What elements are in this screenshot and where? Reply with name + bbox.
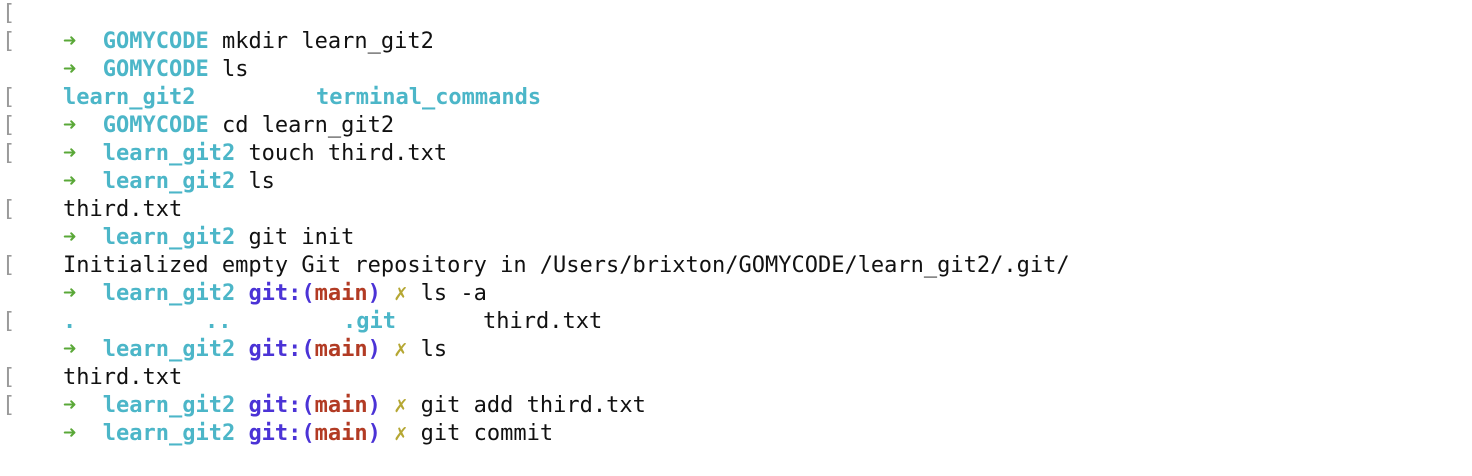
prompt-line: [➜ GOMYCODE mkdir learn_git2 bbox=[2, 0, 1472, 54]
line-marker: [ bbox=[2, 85, 16, 110]
line-marker: [ bbox=[2, 29, 16, 54]
prompt-line: [➜ learn_git2 ls bbox=[2, 140, 1472, 194]
prompt-line: [➜ GOMYCODE ls bbox=[2, 28, 1472, 82]
git-label-close: ) bbox=[367, 421, 381, 446]
git-label: git:( bbox=[248, 421, 315, 446]
line-marker: [ bbox=[2, 141, 16, 166]
prompt-line: [➜ GOMYCODE cd learn_git2 bbox=[2, 84, 1472, 138]
line-marker: [ bbox=[2, 309, 16, 334]
ls-output-line: ... .git third.txt bbox=[10, 280, 1472, 334]
prompt-line: [➜ learn_git2 touch third.txt bbox=[2, 112, 1472, 166]
git-branch: main bbox=[314, 421, 368, 446]
line-marker: [ bbox=[2, 197, 16, 222]
line-marker: [ bbox=[2, 113, 16, 138]
dirty-status-icon: ✗ bbox=[394, 421, 408, 446]
output-line: Initialized empty Git repository in /Use… bbox=[10, 224, 1472, 278]
line-marker: [ bbox=[2, 365, 16, 390]
command-text: git commit bbox=[420, 421, 554, 446]
prompt-arrow-icon: ➜ bbox=[62, 421, 77, 446]
git-prompt-line: [➜ learn_git2 git:(main) ✗ git add third… bbox=[2, 364, 1472, 418]
output-line: third.txt bbox=[10, 168, 1472, 222]
git-prompt-line: [➜ learn_git2 git:(main) ✗ ls bbox=[2, 308, 1472, 362]
line-marker: [ bbox=[2, 1, 16, 26]
terminal-window[interactable]: [➜ GOMYCODE mkdir learn_git2 [➜ GOMYCODE… bbox=[0, 0, 1472, 446]
git-prompt-line: [➜ learn_git2 git:(main) ✗ ls -a bbox=[2, 252, 1472, 306]
ls-output-line: learn_git2 terminal_commands bbox=[10, 56, 1472, 110]
line-marker: [ bbox=[2, 253, 16, 278]
prompt-line: [➜ learn_git2 git init bbox=[2, 196, 1472, 250]
output-line: third.txt bbox=[10, 336, 1472, 390]
prompt-directory: learn_git2 bbox=[102, 421, 236, 446]
